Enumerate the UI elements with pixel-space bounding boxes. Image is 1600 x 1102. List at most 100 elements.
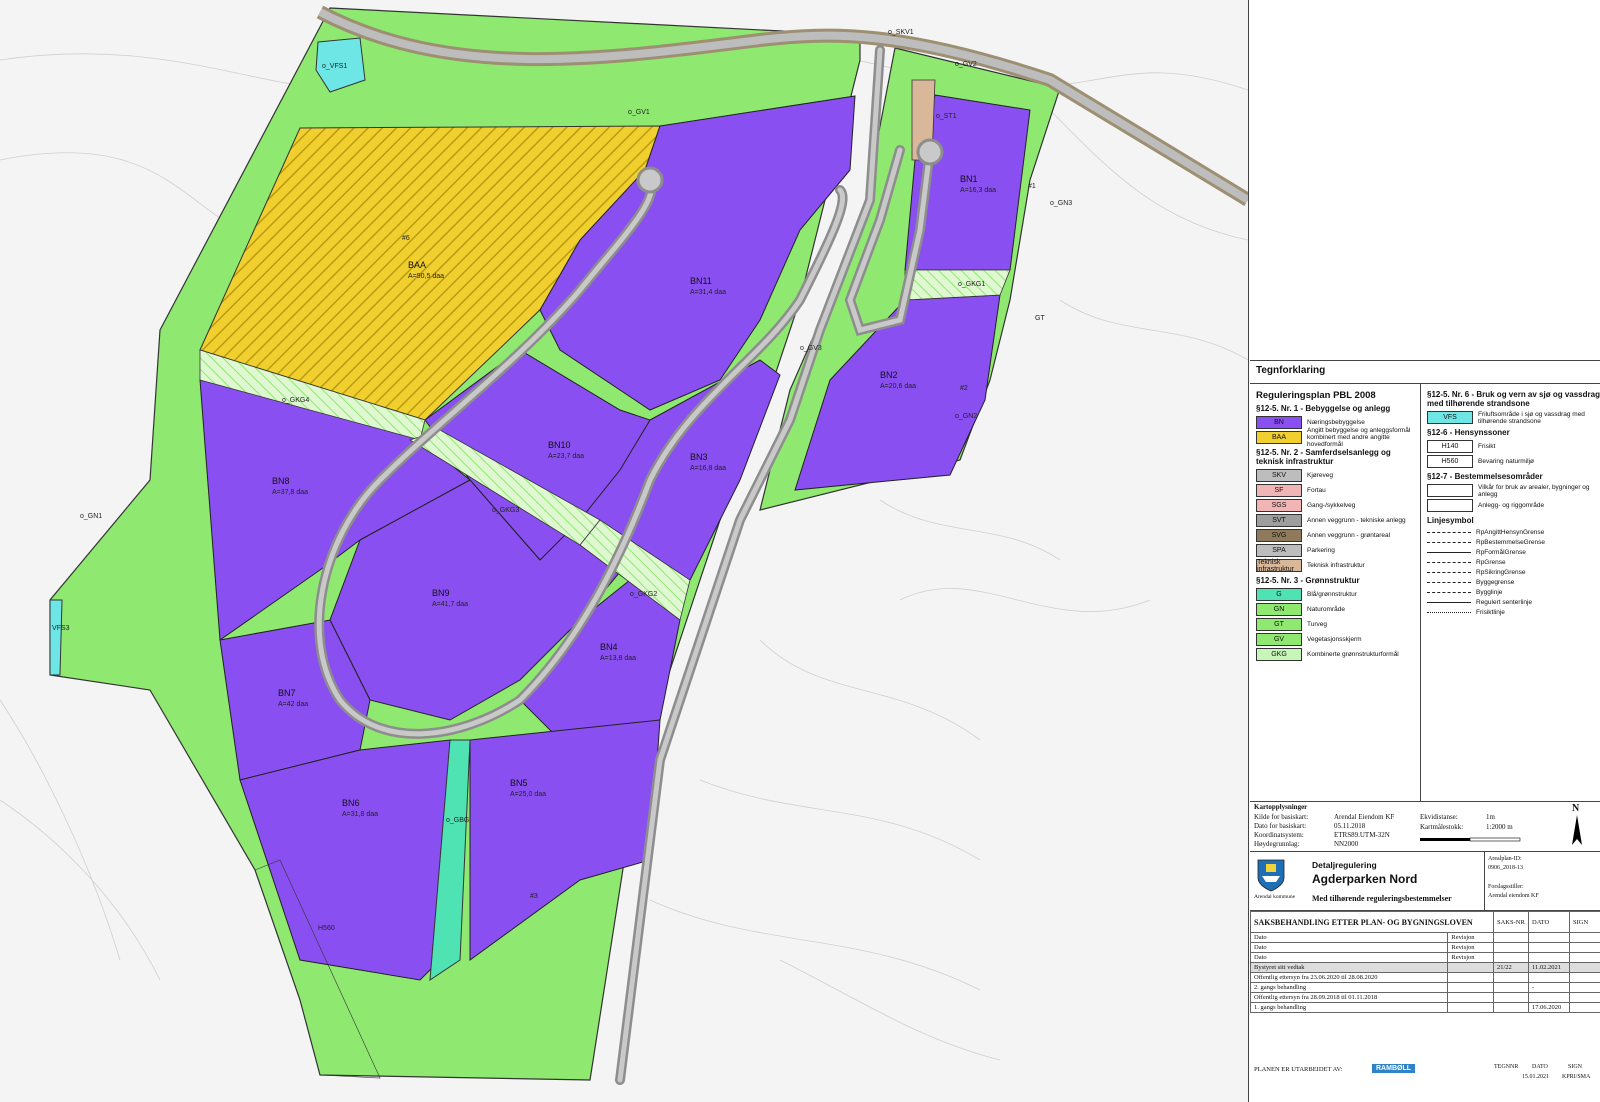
case-row: Dato Revisjon xyxy=(1249,932,1600,943)
plan-map[interactable]: BN1 A=16,3 daa BN2 A=20,6 daa BN3 A=16,8… xyxy=(0,0,1248,1102)
label-gn2: o_GN2 xyxy=(955,413,977,420)
case-cell-c: 21/22 xyxy=(1493,962,1529,973)
legend-col-left: Reguleringsplan PBL 2008 §12-5. Nr. 1 - … xyxy=(1250,384,1421,802)
legend-linjesymbol: Linjesymbol xyxy=(1427,516,1474,525)
legend-line-item: RpFormålGrense xyxy=(1427,547,1600,557)
case-cell-d: 11.02.2021 xyxy=(1528,962,1570,973)
case-cell-d xyxy=(1528,952,1570,963)
plan-name: Agderparken Nord xyxy=(1312,872,1418,886)
case-row: 2. gangs behandling - xyxy=(1249,982,1600,993)
label-vfs1: o_VFS1 xyxy=(322,63,347,70)
arealplan-k: Arealplan-ID: xyxy=(1488,856,1522,862)
legend-line-label: RpGrense xyxy=(1476,558,1506,566)
legend-sec3-item: GKG Kombinerte grønnstrukturformål xyxy=(1256,647,1420,662)
label-n2: #2 xyxy=(960,385,968,392)
legend-hens-items: H140 Frisikt H560 Bevaring naturmiljø xyxy=(1421,439,1600,469)
legend-line-label: Frisiktlinje xyxy=(1476,608,1505,616)
legend: Tegnforklaring Reguleringsplan PBL 2008 … xyxy=(1250,360,1600,802)
label-skv1: o_SKV1 xyxy=(888,29,914,36)
label-bn3-desc: A=16,8 daa xyxy=(690,465,726,472)
legend-sec3-item: G Blå/grønnstruktur xyxy=(1256,587,1420,602)
legend-sec3-label: Kombinerte grønnstrukturformål xyxy=(1307,651,1399,658)
kart-k1: Dato for basiskart: xyxy=(1254,822,1307,830)
legend-sec6: §12-5. Nr. 6 - Bruk og vern av sjø og va… xyxy=(1427,390,1600,408)
legend-line-label: RpSikringGrense xyxy=(1476,568,1526,576)
label-gn1: o_GN1 xyxy=(80,513,102,520)
case-cell-b xyxy=(1447,962,1494,973)
legend-line-symbol xyxy=(1427,571,1471,573)
legend-sec6-item: VFS Friluftsområde i sjø og vassdrag med … xyxy=(1427,410,1600,425)
legend-sec3-swatch: G xyxy=(1256,588,1302,601)
legend-line-symbol xyxy=(1427,561,1471,563)
case-cell-a: 1. gangs behandling xyxy=(1249,1002,1449,1013)
zone-vfs3[interactable] xyxy=(49,599,63,676)
legend-col-right: §12-5. Nr. 6 - Bruk og vern av sjø og va… xyxy=(1421,384,1600,802)
legend-best-swatch xyxy=(1427,484,1473,497)
case-cell-e xyxy=(1569,942,1600,953)
legend-sec2-item: Teknisk infrastruktur Teknisk infrastrukt… xyxy=(1256,558,1420,573)
case-cell-b: Revisjon xyxy=(1447,942,1494,953)
case-cell-c xyxy=(1493,942,1529,953)
case-cell-e xyxy=(1569,962,1600,973)
col-dato: DATO xyxy=(1528,911,1570,933)
case-cell-a: Bystyret sitt vedtak xyxy=(1249,962,1449,973)
legend-sec2-item: SF Fortau xyxy=(1256,483,1420,498)
legend-sec2-swatch: SKV xyxy=(1256,469,1302,482)
legend-sec2-swatch: SPA xyxy=(1256,544,1302,557)
mal-k: Kartmålestokk: xyxy=(1420,823,1464,831)
label-baa-desc: A=90,5 daa xyxy=(408,273,444,280)
arendal-crest-icon xyxy=(1257,859,1285,892)
footer-sign: SIGN xyxy=(1568,1064,1583,1070)
kart-k2: Koordinatsystem: xyxy=(1254,831,1304,839)
case-row: Offentlig ettersyn fra 28.09.2018 til 01… xyxy=(1249,992,1600,1003)
kommune-label: Arendal kommune xyxy=(1254,894,1296,900)
legend-line-symbol xyxy=(1427,551,1471,553)
label-gv1: o_GV1 xyxy=(628,109,650,116)
case-cell-e xyxy=(1569,982,1600,993)
case-cell-d xyxy=(1528,932,1570,943)
legend-line-symbol xyxy=(1427,601,1471,603)
case-cell-a: Offentlig ettersyn fra 23.06.2020 til 28… xyxy=(1249,972,1449,983)
legend-sec2-label: Annen veggrunn - grøntareal xyxy=(1307,532,1391,539)
case-cell-a: Dato xyxy=(1249,932,1449,943)
case-cell-a: 2. gangs behandling xyxy=(1249,982,1449,993)
legend-sec1-item: BAA Angitt bebyggelse og anleggsformål ko… xyxy=(1256,427,1420,448)
case-cell-e xyxy=(1569,972,1600,983)
legend-sec2-item: SKV Kjøreveg xyxy=(1256,468,1420,483)
case-cell-c xyxy=(1493,972,1529,983)
label-gbg: o_GBG xyxy=(446,817,469,824)
case-row: Dato Revisjon xyxy=(1249,942,1600,953)
label-bn6-desc: A=31,8 daa xyxy=(342,811,378,818)
label-bn4: BN4 xyxy=(600,642,618,652)
ekv-k: Ekvidistanse: xyxy=(1420,813,1458,821)
legend-sec2-swatch: SGS xyxy=(1256,499,1302,512)
legend-line-item: RpAngittHensynGrense xyxy=(1427,527,1600,537)
label-bn9-desc: A=41,7 daa xyxy=(432,601,468,608)
legend-sec3-label: Naturområde xyxy=(1307,606,1345,613)
legend-sec6-swatch: VFS xyxy=(1427,411,1473,424)
legend-best-item: Vilkår for bruk av arealer, bygninger og… xyxy=(1427,483,1600,498)
mal-v: 1:2000 m xyxy=(1486,823,1513,831)
legend-sec3-item: GN Naturområde xyxy=(1256,602,1420,617)
plan-type: Detaljregulering xyxy=(1312,860,1377,870)
label-h560: H560 xyxy=(318,925,335,932)
legend-sec2-item: SGS Gang-/sykkelveg xyxy=(1256,498,1420,513)
footer-dato: DATO xyxy=(1532,1064,1548,1070)
case-cell-b xyxy=(1447,992,1494,1003)
legend-hens: §12-6 - Hensynssoner xyxy=(1427,428,1510,437)
kart-v1: 05.11.2018 xyxy=(1334,822,1366,830)
label-n6: #6 xyxy=(402,235,410,242)
legend-sec1-swatch: BAA xyxy=(1256,431,1302,444)
legend-sec2-item: SVG Annen veggrunn - grøntareal xyxy=(1256,528,1420,543)
label-bn10-desc: A=23,7 daa xyxy=(548,453,584,460)
label-n1: #1 xyxy=(1028,183,1036,190)
label-bn9: BN9 xyxy=(432,588,450,598)
north-arrow-icon xyxy=(1572,815,1582,845)
legend-line-symbol xyxy=(1427,541,1471,543)
label-baa: BAA xyxy=(408,260,426,270)
label-gkg1: o_GKG1 xyxy=(958,281,985,288)
legend-line-label: Byggegrense xyxy=(1476,578,1515,586)
prepared-by: PLANEN ER UTARBEIDET AV: xyxy=(1254,1066,1343,1073)
info-panel: Tegnforklaring Reguleringsplan PBL 2008 … xyxy=(1248,0,1600,1102)
legend-line-item: RpSikringGrense xyxy=(1427,567,1600,577)
